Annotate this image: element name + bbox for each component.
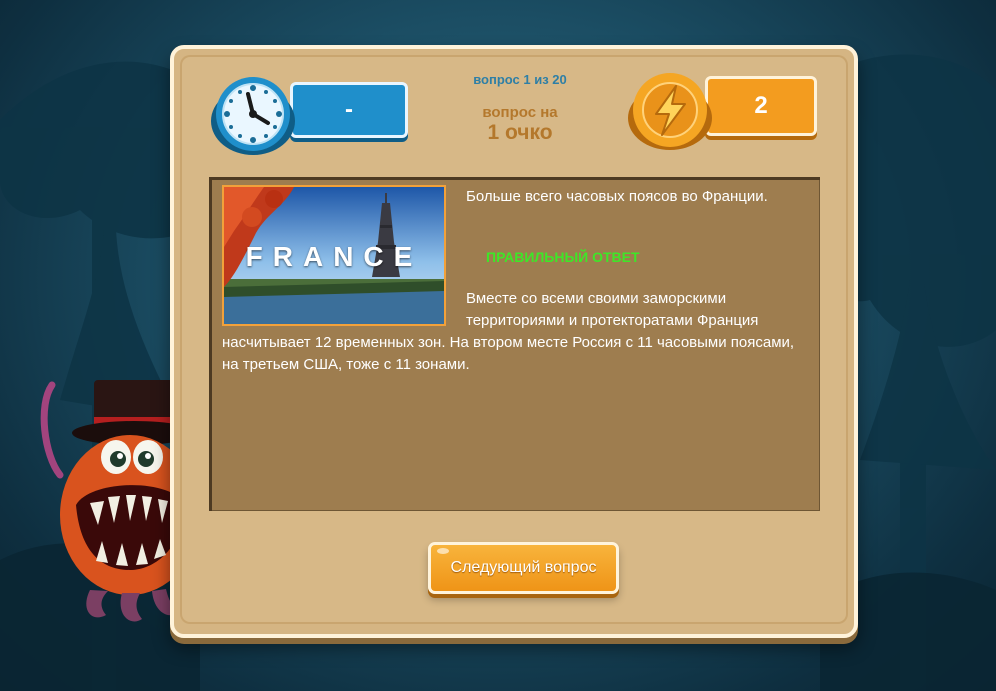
lightning-coin-icon [628,73,712,150]
next-question-label: Следующий вопрос [450,559,597,576]
question-counter: вопрос 1 из 20 [473,72,567,87]
score-display: 2 [705,76,817,136]
game-scene: - вопрос 1 из 20 вопрос на 1 очко 2 FRAN… [0,0,996,691]
next-question-button[interactable]: Следующий вопрос [428,542,619,594]
timer-value: - [345,96,353,123]
answer-verdict: ПРАВИЛЬНЫЙ ОТВЕТ [486,249,640,265]
explanation-image-spacer [222,288,466,332]
question-worth-label: вопрос на [482,104,558,121]
answer-explanation: Вместе со всеми своими заморскими террит… [222,288,812,376]
question-worth: вопрос на 1 очко [440,105,600,143]
monster-mascot [40,380,190,622]
question-worth-points: 1 очко [487,121,553,144]
button-shine [437,548,449,554]
question-text: Больше всего часовых поясов во Франции. [466,188,768,205]
timer-display: - [290,82,408,138]
score-value: 2 [754,92,768,119]
image-caption: FRANCE [245,241,423,272]
clock-icon [211,77,295,155]
